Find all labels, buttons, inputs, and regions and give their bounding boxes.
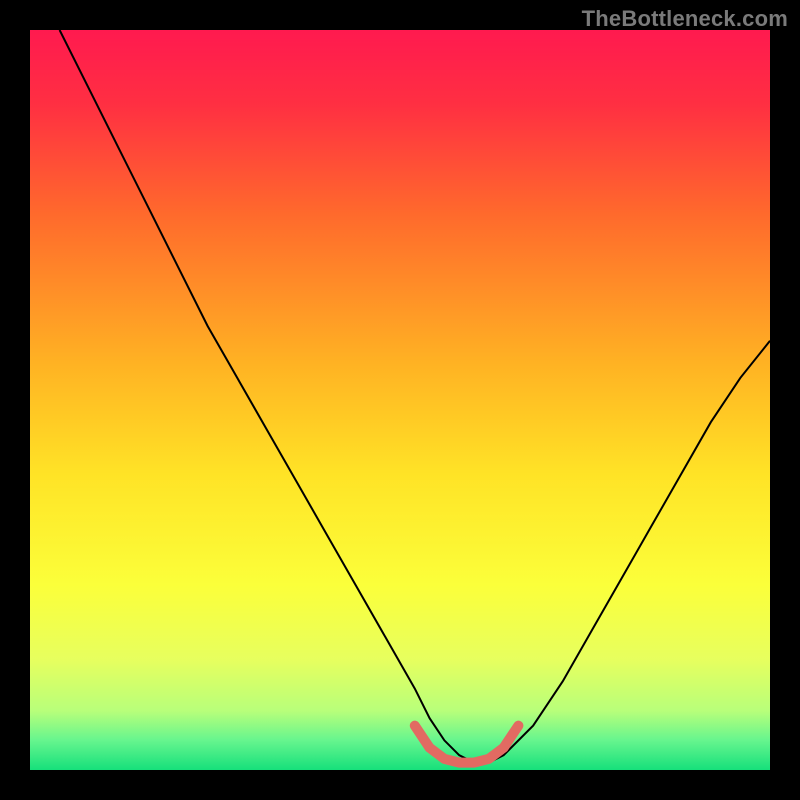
chart-container: TheBottleneck.com — [0, 0, 800, 800]
watermark-label: TheBottleneck.com — [582, 6, 788, 32]
chart-svg — [30, 30, 770, 770]
plot-area — [30, 30, 770, 770]
gradient-background — [30, 30, 770, 770]
